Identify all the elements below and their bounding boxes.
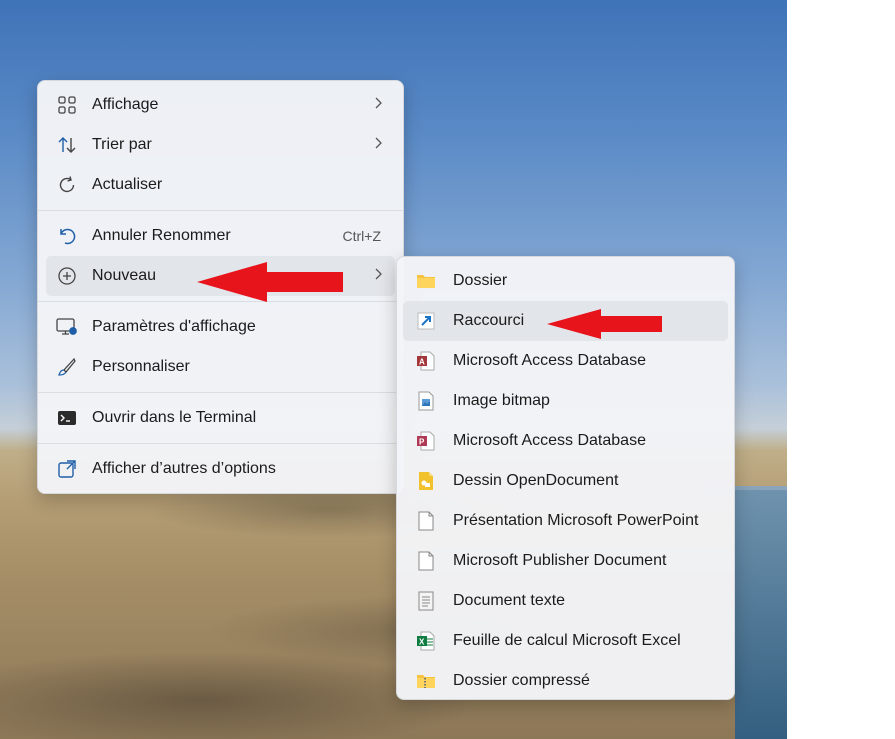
brush-icon xyxy=(56,356,78,378)
menu-separator xyxy=(38,210,403,211)
menu-item-parametres-affichage[interactable]: Paramètres d'affichage xyxy=(46,307,395,347)
submenu-item-dessin-opendocument[interactable]: Dessin OpenDocument xyxy=(403,461,728,501)
terminal-icon xyxy=(56,407,78,429)
menu-item-personnaliser[interactable]: Personnaliser xyxy=(46,347,395,387)
menu-item-label: Actualiser xyxy=(92,176,163,193)
submenu-item-document-texte[interactable]: Document texte xyxy=(403,581,728,621)
opendocument-drawing-icon xyxy=(415,470,437,492)
menu-item-label: Ouvrir dans le Terminal xyxy=(92,409,257,426)
access-icon: P xyxy=(415,430,437,452)
menu-item-affichage[interactable]: Affichage xyxy=(46,85,395,125)
blank-file-icon xyxy=(415,550,437,572)
svg-text:X: X xyxy=(419,638,425,647)
submenu-item-access-database[interactable]: A Microsoft Access Database xyxy=(403,341,728,381)
submenu-item-label: Microsoft Access Database xyxy=(453,432,646,449)
submenu-item-feuille-excel[interactable]: X Feuille de calcul Microsoft Excel xyxy=(403,621,728,661)
menu-separator xyxy=(38,392,403,393)
submenu-item-label: Image bitmap xyxy=(453,392,550,409)
undo-icon xyxy=(56,225,78,247)
submenu-item-label: Microsoft Access Database xyxy=(453,352,646,369)
annotation-arrow-raccourci xyxy=(547,309,662,339)
submenu-item-label: Microsoft Publisher Document xyxy=(453,552,667,569)
keyboard-shortcut: Ctrl+Z xyxy=(342,228,382,244)
submenu-item-dossier[interactable]: Dossier xyxy=(403,261,728,301)
submenu-item-label: Feuille de calcul Microsoft Excel xyxy=(453,632,681,649)
bitmap-icon xyxy=(415,390,437,412)
blank-file-icon xyxy=(415,510,437,532)
menu-item-trier-par[interactable]: Trier par xyxy=(46,125,395,165)
submenu-item-label: Présentation Microsoft PowerPoint xyxy=(453,512,699,529)
menu-item-label: Annuler Renommer xyxy=(92,227,231,244)
menu-item-ouvrir-terminal[interactable]: Ouvrir dans le Terminal xyxy=(46,398,395,438)
submenu-item-label: Document texte xyxy=(453,592,566,609)
access-icon: A xyxy=(415,350,437,372)
menu-item-actualiser[interactable]: Actualiser xyxy=(46,165,395,205)
display-settings-icon xyxy=(56,316,78,338)
submenu-item-label: Dessin OpenDocument xyxy=(453,472,619,489)
more-options-icon xyxy=(56,458,78,480)
submenu-item-label: Dossier xyxy=(453,272,508,289)
menu-item-label: Affichage xyxy=(92,96,159,113)
sort-arrows-icon xyxy=(56,134,78,156)
menu-item-label: Paramètres d'affichage xyxy=(92,318,256,335)
annotation-arrow-nouveau xyxy=(197,262,343,302)
svg-text:P: P xyxy=(419,438,425,447)
submenu-item-image-bitmap[interactable]: Image bitmap xyxy=(403,381,728,421)
menu-separator xyxy=(38,443,403,444)
submenu-item-label: Dossier compressé xyxy=(453,672,590,689)
text-document-icon xyxy=(415,590,437,612)
chevron-right-icon xyxy=(373,136,383,154)
plus-circle-icon xyxy=(56,265,78,287)
wallpaper-sea xyxy=(735,490,787,739)
grid-view-icon xyxy=(56,94,78,116)
shortcut-icon xyxy=(415,310,437,332)
svg-text:A: A xyxy=(419,358,425,367)
submenu-item-dossier-compresse[interactable]: Dossier compressé xyxy=(403,661,728,701)
submenu-item-publisher-document[interactable]: Microsoft Publisher Document xyxy=(403,541,728,581)
chevron-right-icon xyxy=(373,96,383,114)
submenu-item-access-database-2[interactable]: P Microsoft Access Database xyxy=(403,421,728,461)
zip-folder-icon xyxy=(415,670,437,692)
menu-item-label: Afficher d’autres d’options xyxy=(92,460,276,477)
menu-item-label: Personnaliser xyxy=(92,358,190,375)
submenu-item-presentation-powerpoint[interactable]: Présentation Microsoft PowerPoint xyxy=(403,501,728,541)
menu-item-autres-options[interactable]: Afficher d’autres d’options xyxy=(46,449,395,489)
menu-item-annuler-renommer[interactable]: Annuler Renommer Ctrl+Z xyxy=(46,216,395,256)
menu-item-label: Trier par xyxy=(92,136,152,153)
chevron-right-icon xyxy=(373,267,383,285)
refresh-icon xyxy=(56,174,78,196)
excel-icon: X xyxy=(415,630,437,652)
folder-icon xyxy=(415,270,437,292)
